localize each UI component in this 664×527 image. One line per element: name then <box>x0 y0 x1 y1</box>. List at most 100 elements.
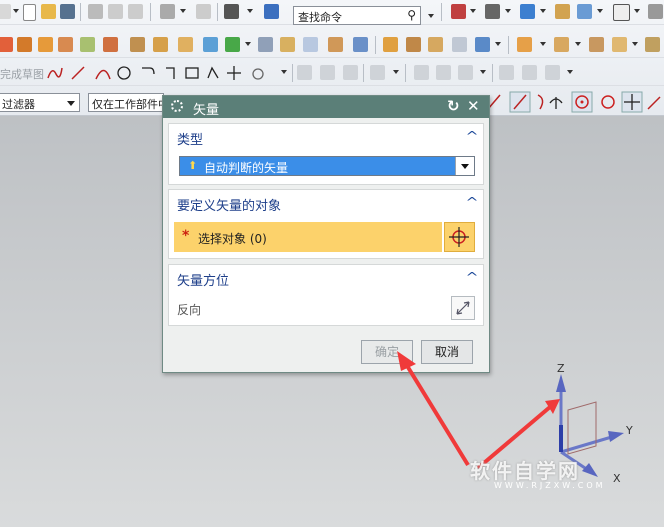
feature-icon[interactable] <box>0 37 13 52</box>
feature-icon[interactable] <box>153 37 168 52</box>
feature-icon[interactable] <box>280 37 295 52</box>
open-folder-icon[interactable] <box>41 4 56 19</box>
sketch-curve-icons[interactable] <box>46 64 296 82</box>
copy-icon[interactable] <box>108 4 123 19</box>
feature-icon[interactable] <box>38 37 53 52</box>
snap-point-icons[interactable] <box>484 91 664 113</box>
cube-icon[interactable] <box>520 4 535 19</box>
chevron-down-icon[interactable] <box>632 42 638 46</box>
collapse-icon[interactable]: ^ <box>465 195 478 209</box>
redo-icon[interactable] <box>196 4 211 19</box>
chevron-down-icon[interactable] <box>470 9 476 13</box>
search-icon[interactable]: ⚲ <box>407 8 416 22</box>
chevron-down-icon[interactable] <box>393 70 399 74</box>
axis-x-label: X <box>613 472 621 485</box>
selection-filter-select[interactable]: 过滤器 <box>0 93 80 112</box>
feature-icon[interactable] <box>328 37 343 52</box>
feature-icon[interactable] <box>178 37 193 52</box>
cut-icon[interactable] <box>88 4 103 19</box>
constraint-icon[interactable] <box>320 65 335 80</box>
chevron-down-icon[interactable] <box>540 42 546 46</box>
type-section: 类型 ^ ⬆ 自动判断的矢量 <box>168 123 484 185</box>
constraint-icon[interactable] <box>414 65 429 80</box>
scope-label: 仅在工作部件中 <box>92 98 164 111</box>
calendar-icon[interactable] <box>451 4 466 19</box>
chevron-down-icon[interactable] <box>495 42 501 46</box>
feature-icon[interactable] <box>452 37 467 52</box>
view-icon[interactable] <box>485 4 500 19</box>
dimension-icon[interactable] <box>370 65 385 80</box>
dialog-title-bar[interactable]: 矢量 ↻ ✕ <box>163 96 489 118</box>
vector-type-select[interactable]: ⬆ 自动判断的矢量 <box>179 156 475 176</box>
ok-button[interactable]: 确定 <box>361 340 413 364</box>
finish-sketch-label[interactable]: 完成草图 <box>0 66 44 82</box>
feature-icon[interactable] <box>428 37 443 52</box>
background-icon[interactable] <box>613 4 630 21</box>
chevron-down-icon[interactable] <box>245 42 251 46</box>
collapse-icon[interactable]: ^ <box>465 270 478 284</box>
chevron-down-icon[interactable] <box>428 14 434 18</box>
gear-icon[interactable] <box>171 100 183 112</box>
crosshair-icon[interactable] <box>444 222 475 252</box>
feature-icon[interactable] <box>406 37 421 52</box>
feature-icon[interactable] <box>383 37 398 52</box>
feature-icon[interactable] <box>103 37 118 52</box>
collapse-icon[interactable]: ^ <box>465 129 478 143</box>
chevron-down-icon[interactable] <box>540 9 546 13</box>
feature-icon[interactable] <box>517 37 532 52</box>
object-section-title: 要定义矢量的对象 <box>177 199 282 214</box>
chevron-down-icon[interactable] <box>180 9 186 13</box>
chevron-down-icon[interactable] <box>634 9 640 13</box>
selection-scope-select[interactable]: 仅在工作部件中 <box>88 93 164 112</box>
feature-icon[interactable] <box>225 37 240 52</box>
constraint-icon[interactable] <box>343 65 358 80</box>
cancel-button[interactable]: 取消 <box>421 340 473 364</box>
feature-icon[interactable] <box>475 37 490 52</box>
vector-type-value: 自动判断的矢量 <box>204 161 289 175</box>
new-file-icon[interactable] <box>23 4 36 21</box>
save-icon[interactable] <box>60 4 75 19</box>
chevron-down-icon[interactable] <box>567 70 573 74</box>
feature-icon[interactable] <box>303 37 318 52</box>
constraint-icon[interactable] <box>458 65 473 80</box>
reset-icon[interactable]: ↻ <box>447 97 460 115</box>
command-finder-icon[interactable] <box>224 4 239 19</box>
feature-icon[interactable] <box>258 37 273 52</box>
feature-icon[interactable] <box>58 37 73 52</box>
display-icon[interactable] <box>577 4 592 19</box>
chevron-down-icon[interactable] <box>575 42 581 46</box>
feature-icon[interactable] <box>353 37 368 52</box>
window-icon[interactable] <box>264 4 279 19</box>
settings-icon[interactable] <box>545 65 560 80</box>
grid-icon[interactable] <box>499 65 514 80</box>
reverse-direction-icon[interactable] <box>451 296 475 320</box>
close-icon[interactable]: ✕ <box>467 97 480 115</box>
chevron-down-icon[interactable] <box>281 70 287 74</box>
filter-label: 过滤器 <box>2 98 35 111</box>
chevron-down-icon[interactable] <box>480 70 486 74</box>
menu-icon[interactable] <box>0 4 11 19</box>
feature-icon[interactable] <box>612 37 627 52</box>
feature-icon[interactable] <box>203 37 218 52</box>
layer-icon[interactable] <box>555 4 570 19</box>
constraint-icon[interactable] <box>436 65 451 80</box>
chevron-down-icon[interactable] <box>505 9 511 13</box>
feature-icon[interactable] <box>80 37 95 52</box>
chevron-down-icon[interactable] <box>597 9 603 13</box>
constraint-icon[interactable] <box>297 65 312 80</box>
command-search-input[interactable]: 查找命令 ⚲ <box>293 6 421 25</box>
feature-icon[interactable] <box>17 37 32 52</box>
chevron-down-icon[interactable] <box>13 9 19 13</box>
orientation-section-title: 矢量方位 <box>177 274 230 289</box>
feature-icon[interactable] <box>589 37 604 52</box>
select-object-row[interactable]: * 选择对象 (0) <box>174 222 442 252</box>
paste-icon[interactable] <box>128 4 143 19</box>
chevron-down-icon[interactable] <box>247 9 253 13</box>
undo-icon[interactable] <box>160 4 175 19</box>
settings-icon[interactable] <box>522 65 537 80</box>
feature-icon[interactable] <box>130 37 145 52</box>
feature-icon[interactable] <box>554 37 569 52</box>
feature-icon[interactable] <box>645 37 660 52</box>
more-icon[interactable] <box>648 4 663 19</box>
chevron-down-icon[interactable] <box>455 157 474 175</box>
